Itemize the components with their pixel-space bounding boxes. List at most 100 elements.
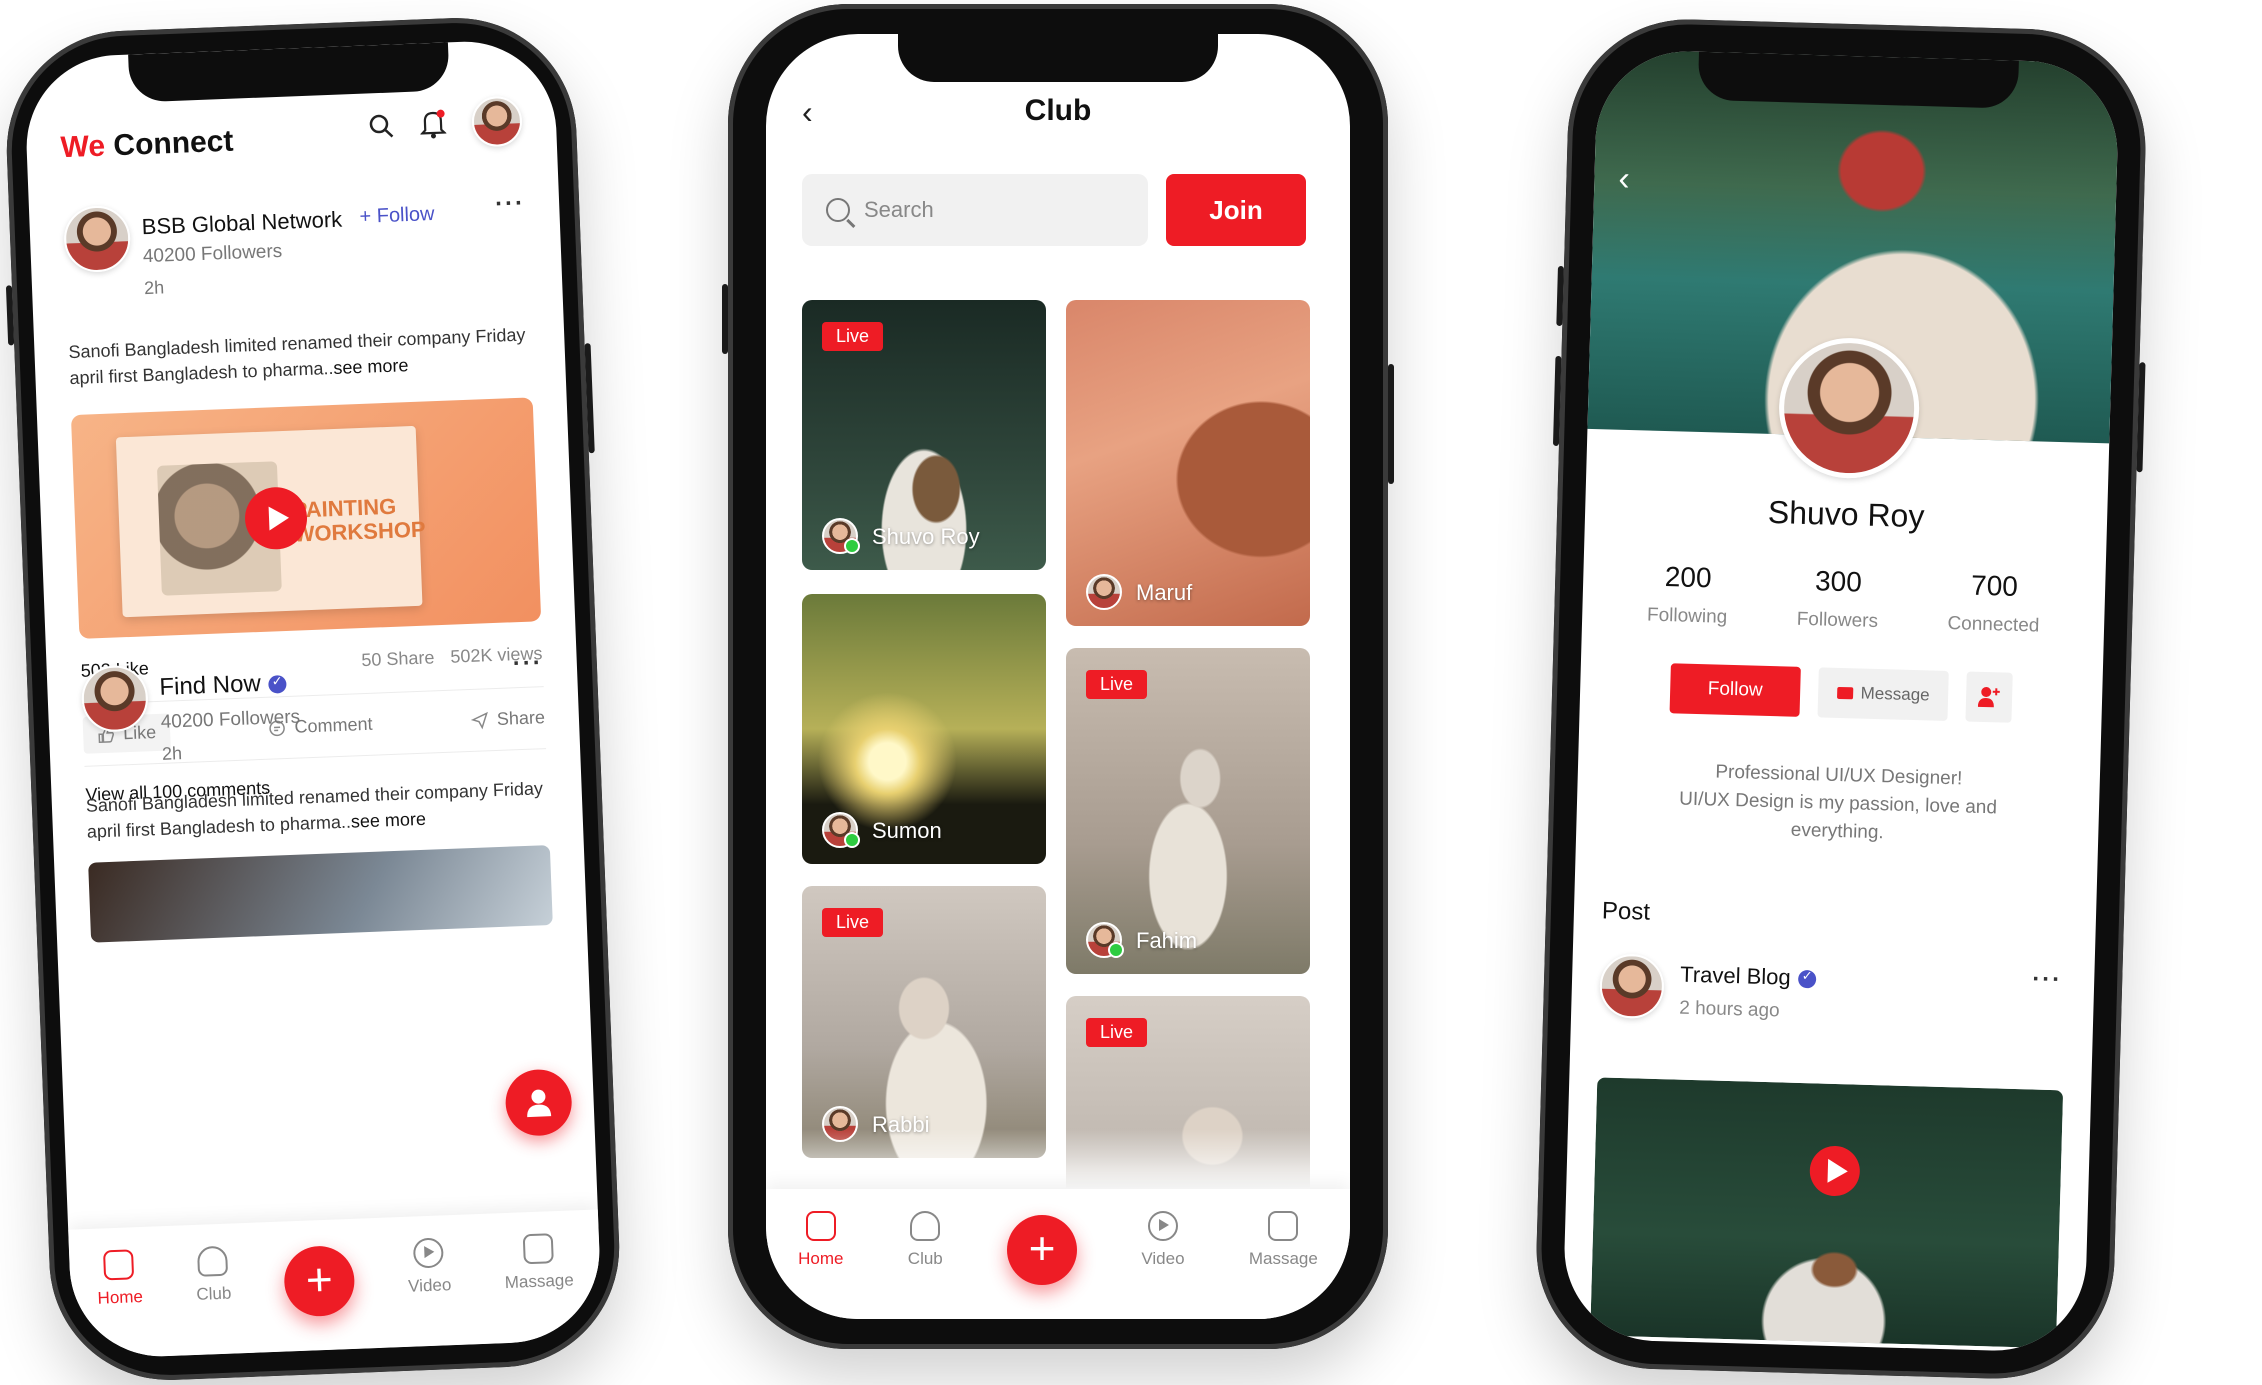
post-header: BSB Global Network + Follow 40200 Follow… [62, 190, 530, 338]
post-video[interactable]: PAINTING WORKSHOP [70, 397, 542, 639]
author-name[interactable]: Travel Blog [1680, 962, 1817, 992]
stat-connected[interactable]: 700 Connected [1947, 569, 2041, 638]
bottom-tab-bar: Home Club + Video Massage [68, 1209, 603, 1360]
tab-label: Massage [504, 1270, 575, 1293]
tab-label: Massage [1248, 1249, 1318, 1268]
brand-we: We [60, 129, 106, 165]
brand-connect: Connect [112, 124, 234, 163]
member-name: Fahim [1136, 928, 1198, 953]
post-time: 2h [161, 743, 183, 764]
live-badge: Live [1086, 670, 1148, 699]
phone-side-button [1388, 364, 1394, 484]
stat-value: 200 [1664, 561, 1712, 594]
message-icon [522, 1233, 554, 1265]
follow-link[interactable]: + Follow [359, 203, 435, 229]
post-header: Find Now 40200 Followers 2h ··· [80, 649, 547, 791]
phone-side-button [2136, 362, 2146, 473]
user-avatar[interactable] [471, 95, 523, 148]
tab-label: Club [907, 1249, 943, 1268]
home-icon [805, 1211, 836, 1241]
search-icon[interactable] [368, 112, 395, 139]
bell-icon[interactable] [419, 108, 447, 139]
more-options-icon[interactable]: ··· [495, 190, 526, 219]
see-more-link[interactable]: see more [350, 809, 426, 832]
stat-value: 700 [1970, 569, 2019, 602]
people-icon [197, 1245, 229, 1277]
create-post-button[interactable]: + [283, 1244, 356, 1318]
create-post-button[interactable]: + [1007, 1215, 1078, 1285]
club-tile[interactable]: Live Rabbi [802, 886, 1046, 1158]
more-options-icon[interactable]: ··· [512, 649, 543, 678]
tab-label: Video [407, 1275, 452, 1296]
tab-home[interactable]: Home [798, 1211, 844, 1269]
author-name[interactable]: Find Now [159, 669, 288, 702]
tab-club[interactable]: Club [195, 1245, 232, 1305]
author-avatar[interactable] [1599, 953, 1665, 1020]
post-video[interactable] [1590, 1077, 2064, 1349]
more-options-icon[interactable]: ··· [2032, 965, 2063, 994]
author-avatar[interactable] [62, 204, 132, 274]
stat-following[interactable]: 200 Following [1647, 561, 1729, 629]
post-header: Travel Blog 2 hours ago ··· [1598, 953, 2066, 1056]
tab-home[interactable]: Home [96, 1249, 144, 1309]
member-name: Sumon [872, 818, 942, 843]
tab-label: Club [196, 1283, 232, 1304]
phone-notch [1697, 51, 2019, 109]
home-icon [103, 1249, 135, 1281]
section-title: Post [1601, 897, 1651, 926]
stat-label: Connected [1947, 612, 2040, 637]
member-name: Shuvo Roy [872, 524, 980, 549]
tab-label: Video [1141, 1249, 1185, 1268]
member-avatar [1086, 574, 1122, 610]
stat-label: Followers [1796, 608, 1879, 632]
tab-label: Home [97, 1286, 144, 1308]
profile-name: Shuvo Roy [1767, 493, 1925, 535]
club-tile[interactable]: Live Fahim [1066, 648, 1310, 974]
profile-bio: Professional UI/UX Designer! UI/UX Desig… [1616, 756, 2060, 852]
add-friend-button[interactable] [1965, 671, 2013, 723]
follow-button[interactable]: Follow [1669, 663, 1801, 717]
club-screen: ‹ Club Search Join Live Shuvo Roy Maruf … [766, 34, 1350, 1319]
back-arrow-icon[interactable]: ‹ [1618, 160, 1630, 199]
join-button[interactable]: Join [1166, 174, 1306, 246]
club-tile[interactable]: Maruf [1066, 300, 1310, 626]
phone-side-button [722, 284, 728, 354]
profile-fab-button[interactable] [504, 1068, 573, 1137]
tab-club[interactable]: Club [908, 1211, 943, 1269]
play-circle-icon [1147, 1211, 1178, 1241]
post-image[interactable] [88, 845, 553, 943]
author-name[interactable]: BSB Global Network [141, 207, 342, 241]
club-tile[interactable]: Live Shuvo Roy [802, 300, 1046, 570]
poster-title-line: WORKSHOP [293, 516, 427, 547]
club-tile[interactable]: Sumon [802, 594, 1046, 864]
phone-feed: We Connect BSB Global Network + Follow 4… [2, 13, 624, 1385]
stat-followers[interactable]: 300 Followers [1796, 565, 1879, 633]
phone-side-button [1556, 265, 1564, 327]
message-label: Message [1860, 683, 1930, 705]
phone-notch [128, 42, 450, 103]
play-icon[interactable] [1809, 1145, 1861, 1197]
page-title: Club [1024, 94, 1092, 127]
stat-label: Following [1646, 604, 1728, 628]
search-input[interactable]: Search [802, 174, 1148, 246]
phone-club: ‹ Club Search Join Live Shuvo Roy Maruf … [722, 4, 1394, 1349]
bottom-tab-bar: Home Club + Video Massage [766, 1189, 1350, 1319]
tab-video[interactable]: Video [1141, 1211, 1185, 1269]
profile-stats: 200 Following 300 Followers 700 Connected [1612, 560, 2076, 639]
message-button[interactable]: Message [1817, 667, 1949, 721]
tab-message[interactable]: Massage [503, 1232, 574, 1293]
phone-side-button [1552, 355, 1562, 447]
follower-count: 40200 Followers [142, 240, 283, 268]
tab-message[interactable]: Massage [1249, 1211, 1318, 1269]
live-badge: Live [822, 322, 884, 351]
scroll-fade [766, 1129, 1350, 1189]
app-logo: We Connect [60, 125, 234, 166]
see-more-link[interactable]: see more [333, 355, 409, 378]
header-icons [367, 95, 523, 152]
phone-side-button [584, 343, 595, 454]
profile-actions: Follow Message [1580, 661, 2103, 726]
tab-video[interactable]: Video [406, 1237, 452, 1297]
author-avatar[interactable] [80, 664, 150, 733]
post-time: 2h [143, 277, 165, 299]
member-avatar [822, 518, 860, 554]
